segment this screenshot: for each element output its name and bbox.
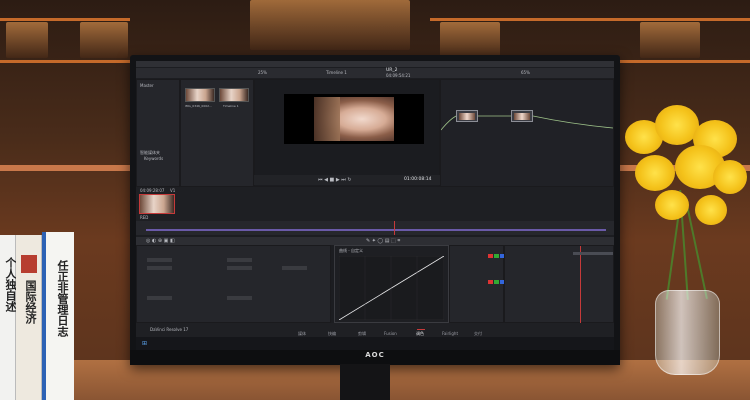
page-fairlight[interactable]: Fairlight [442, 331, 458, 336]
transport-controls-icon[interactable]: ⏮ ◀ ■ ▶ ⏭ ↻ [318, 177, 352, 183]
media-pool-bins: Master 智能媒体夹 Keywords [136, 79, 180, 187]
node-zoom[interactable]: 65% [521, 70, 530, 75]
timeline-thumbnail[interactable] [219, 88, 249, 102]
shelf [0, 60, 130, 63]
viewer[interactable] [284, 94, 424, 144]
shelf [430, 18, 750, 21]
primaries-panel [136, 245, 331, 323]
clip-thumbnail[interactable] [185, 88, 215, 102]
tool-icons[interactable]: ✎ ✦ ◯ ▤ ⬚ ⌗ [366, 238, 400, 244]
book-2-emblem [21, 255, 37, 273]
app-name: DaVinci Resolve 17 [150, 327, 189, 332]
curves-panel: 曲线 - 自定义 [334, 245, 449, 323]
zoom-level[interactable]: 25% [258, 70, 267, 75]
page-navigation: DaVinci Resolve 17 媒体 快编 剪辑 Fusion 调色 Fa… [136, 323, 614, 337]
param-field[interactable] [227, 266, 252, 270]
red-channel[interactable] [488, 254, 493, 258]
green-channel[interactable] [494, 254, 499, 258]
viewer-image-hair [314, 97, 340, 141]
node-connections [441, 115, 614, 131]
palette-toolbar: ◎ ◐ ⊕ ▣ ◧ ✎ ✦ ◯ ▤ ⬚ ⌗ [136, 237, 614, 245]
param-field[interactable] [227, 296, 252, 300]
keyframes-panel [504, 245, 614, 324]
timeline-track [146, 229, 606, 231]
transport-bar: ⏮ ◀ ■ ▶ ⏭ ↻ 01:00:08:14 [254, 175, 440, 185]
page-fusion[interactable]: Fusion [384, 331, 397, 336]
clip-label: RED [140, 215, 149, 220]
menu-bar [136, 61, 614, 67]
keywords-bin[interactable]: Keywords [144, 156, 163, 161]
keyframe-playhead[interactable] [580, 246, 581, 324]
param-field[interactable] [282, 266, 307, 270]
clip-timecode: 04:09:28:07 [140, 188, 165, 193]
media-pool: IMG_0346_0002... Timeline 1 [180, 79, 254, 187]
cabinet-light [640, 22, 700, 58]
param-field[interactable] [147, 266, 172, 270]
master-bin[interactable]: Master [140, 83, 154, 88]
timeline-thumb-name: Timeline 1 [223, 104, 239, 108]
monitor-stand [340, 364, 390, 400]
curve-channels [449, 245, 505, 323]
top-timecode: 04:09:54:21 [386, 73, 411, 78]
clip-strip: 04:09:28:07 V1 RED [136, 187, 614, 221]
book-2-title: 国际经济 [24, 280, 37, 324]
book-3: 任正非管理日志 [42, 232, 74, 400]
shelf [620, 60, 750, 63]
curve-graph[interactable] [339, 256, 444, 320]
shelf [0, 18, 130, 21]
param-field[interactable] [147, 296, 172, 300]
os-taskbar: ⊞ [136, 337, 614, 350]
timeline-name[interactable]: Timeline 1 [326, 70, 347, 75]
start-icon[interactable]: ⊞ [142, 340, 147, 347]
clip-name: IMG_0346_0002... [185, 104, 212, 108]
book-2: 国际经济 [16, 235, 42, 400]
clip-thumbnail-selected[interactable] [139, 194, 175, 214]
monitor-brand: AOC [365, 351, 385, 359]
active-page-indicator [417, 329, 425, 330]
playhead[interactable] [394, 221, 395, 235]
green-channel[interactable] [494, 280, 499, 284]
mini-timeline[interactable] [136, 221, 614, 235]
curves-title: 曲线 - 自定义 [339, 248, 363, 253]
param-field[interactable] [227, 258, 252, 262]
cabinet-light [6, 22, 48, 58]
keyframe-track [573, 252, 613, 255]
palette-icons[interactable]: ◎ ◐ ⊕ ▣ ◧ [146, 238, 175, 244]
toolbar: 25% Timeline 1 UR_2 04:09:54:21 65% [136, 68, 614, 78]
red-channel[interactable] [488, 280, 493, 284]
clip-track: V1 [170, 188, 176, 193]
flower-bouquet [615, 100, 750, 300]
cabinet-light [440, 22, 500, 58]
book-1: 个人独自述 [0, 235, 17, 400]
node-editor[interactable] [440, 79, 614, 187]
cabinet-light [80, 22, 128, 58]
param-field[interactable] [147, 258, 172, 262]
viewer-timecode: 01:00:08:14 [404, 177, 432, 182]
book-3-title: 任正非管理日志 [56, 260, 69, 337]
glass-vase [655, 290, 720, 375]
cabinet-light [250, 0, 410, 50]
monitor-screen: 25% Timeline 1 UR_2 04:09:54:21 65% Mast… [136, 61, 614, 350]
